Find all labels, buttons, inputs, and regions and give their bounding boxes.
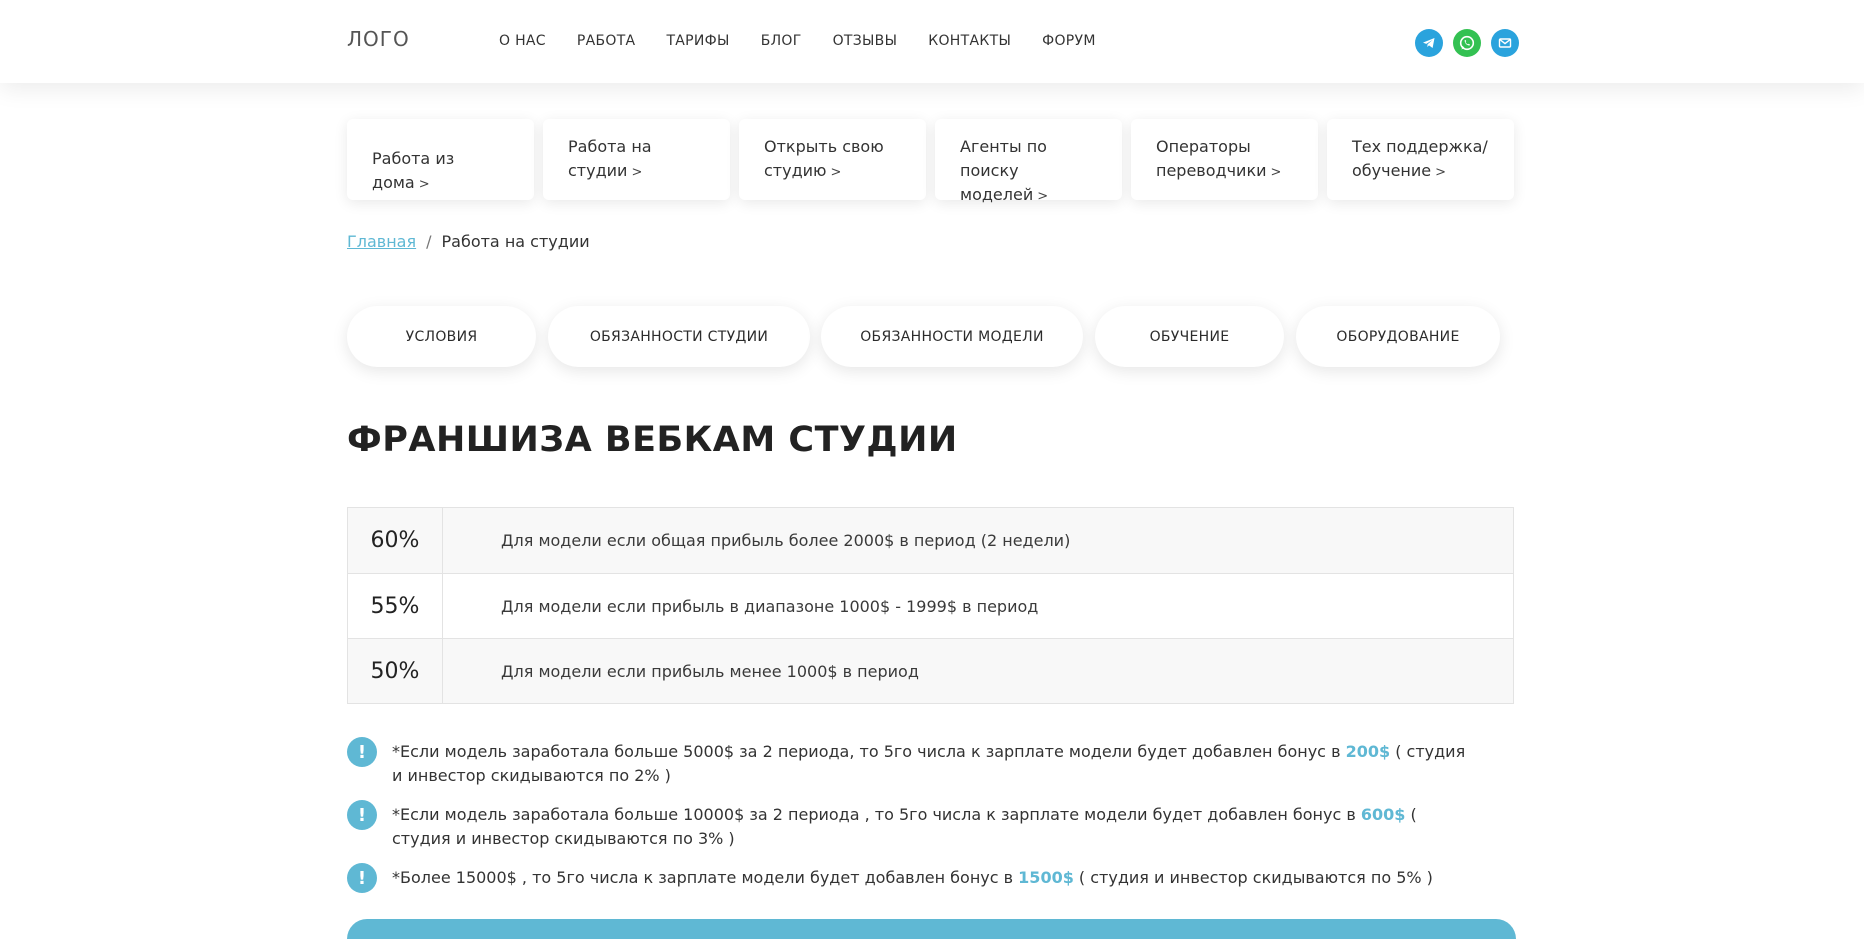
- category-label: моделей: [960, 185, 1034, 204]
- category-card-agents[interactable]: Агенты по поиску моделей >: [935, 119, 1122, 204]
- category-card-support[interactable]: Тех поддержка/ обучение >: [1327, 119, 1514, 200]
- nav-link-work[interactable]: РАБОТА: [577, 33, 636, 49]
- category-label: Работа на: [568, 137, 652, 156]
- category-label: переводчики: [1156, 161, 1267, 180]
- exclamation-icon: !: [347, 737, 377, 767]
- bonus-note: ! *Если модель заработала больше 10000$ …: [347, 800, 1477, 851]
- breadcrumb-current: Работа на студии: [441, 232, 590, 251]
- bonus-amount: 1500$: [1018, 868, 1074, 887]
- category-cards: Работа из дома > Работа на студии > Открыт…: [347, 119, 1514, 204]
- chevron-right-icon: >: [1037, 189, 1049, 204]
- category-card-operators[interactable]: Операторы переводчики >: [1131, 119, 1318, 200]
- category-label: студию: [764, 161, 827, 180]
- chevron-right-icon: >: [418, 177, 430, 192]
- tab-studio-duties[interactable]: ОБЯЗАННОСТИ СТУДИИ: [548, 306, 810, 367]
- bonus-amount: 600$: [1360, 805, 1406, 824]
- bonus-note-text: *Если модель заработала больше 10000$ за…: [392, 805, 1417, 848]
- breadcrumb-separator: /: [426, 232, 432, 251]
- chevron-right-icon: >: [1270, 165, 1282, 180]
- nav-link-tariffs[interactable]: ТАРИФЫ: [666, 33, 729, 49]
- category-label: Операторы: [1156, 137, 1251, 156]
- rate-description: Для модели если общая прибыль более 2000…: [501, 531, 1071, 550]
- category-label: студии: [568, 161, 628, 180]
- breadcrumb-home-link[interactable]: Главная: [347, 232, 416, 251]
- rate-percent: 50%: [348, 639, 443, 703]
- email-icon[interactable]: [1491, 29, 1519, 57]
- tab-conditions[interactable]: УСЛОВИЯ: [347, 306, 536, 367]
- category-card-open-studio[interactable]: Открыть свою студию >: [739, 119, 926, 200]
- cta-button[interactable]: [347, 919, 1516, 939]
- bonus-note: ! *Если модель заработала больше 5000$ з…: [347, 737, 1477, 788]
- table-row: 50% Для модели если прибыль менее 1000$ …: [348, 638, 1513, 703]
- nav-link-blog[interactable]: БЛОГ: [761, 33, 802, 49]
- chevron-right-icon: >: [631, 165, 643, 180]
- table-row: 55% Для модели если прибыль в диапазоне …: [348, 573, 1513, 638]
- rates-table: 60% Для модели если общая прибыль более …: [347, 507, 1514, 704]
- logo[interactable]: ЛОГО: [347, 27, 410, 51]
- exclamation-icon: !: [347, 863, 377, 893]
- bonus-note-text: *Более 15000$ , то 5го числа к зарплате …: [392, 868, 1433, 887]
- rate-percent: 60%: [348, 508, 443, 573]
- nav-link-about[interactable]: О НАС: [499, 33, 546, 49]
- site-header: ЛОГО О НАС РАБОТА ТАРИФЫ БЛОГ ОТЗЫВЫ КОН…: [0, 0, 1864, 83]
- tab-training[interactable]: ОБУЧЕНИЕ: [1095, 306, 1284, 367]
- bonus-amount: 200$: [1345, 742, 1391, 761]
- breadcrumb: Главная / Работа на студии: [347, 232, 590, 251]
- category-card-home[interactable]: Работа из дома >: [347, 119, 534, 200]
- chevron-right-icon: >: [1435, 165, 1447, 180]
- category-label: Тех поддержка/: [1352, 137, 1488, 156]
- table-row: 60% Для модели если общая прибыль более …: [348, 508, 1513, 573]
- rate-description: Для модели если прибыль менее 1000$ в пе…: [501, 661, 919, 681]
- main-nav: О НАС РАБОТА ТАРИФЫ БЛОГ ОТЗЫВЫ КОНТАКТЫ…: [499, 33, 1127, 49]
- category-label: Агенты по поиску: [960, 137, 1047, 180]
- category-label: обучение: [1352, 161, 1432, 180]
- bonus-note: ! *Более 15000$ , то 5го числа к зарплат…: [347, 863, 1477, 893]
- social-links: [1415, 29, 1519, 57]
- category-label: Работа из дома: [372, 149, 455, 192]
- category-label: Открыть свою: [764, 137, 884, 156]
- nav-link-contacts[interactable]: КОНТАКТЫ: [928, 33, 1011, 49]
- rate-description: Для модели если прибыль в диапазоне 1000…: [501, 596, 1039, 616]
- page-title: ФРАНШИЗА ВЕБКАМ СТУДИИ: [347, 420, 958, 460]
- category-card-studio[interactable]: Работа на студии >: [543, 119, 730, 200]
- bonus-note-text: *Если модель заработала больше 5000$ за …: [392, 742, 1466, 785]
- nav-link-forum[interactable]: ФОРУМ: [1042, 33, 1096, 49]
- telegram-icon[interactable]: [1415, 29, 1443, 57]
- rate-percent: 55%: [348, 574, 443, 638]
- whatsapp-icon[interactable]: [1453, 29, 1481, 57]
- nav-link-reviews[interactable]: ОТЗЫВЫ: [833, 33, 898, 49]
- tab-equipment[interactable]: ОБОРУДОВАНИЕ: [1296, 306, 1500, 367]
- chevron-right-icon: >: [830, 165, 842, 180]
- exclamation-icon: !: [347, 800, 377, 830]
- tab-model-duties[interactable]: ОБЯЗАННОСТИ МОДЕЛИ: [821, 306, 1083, 367]
